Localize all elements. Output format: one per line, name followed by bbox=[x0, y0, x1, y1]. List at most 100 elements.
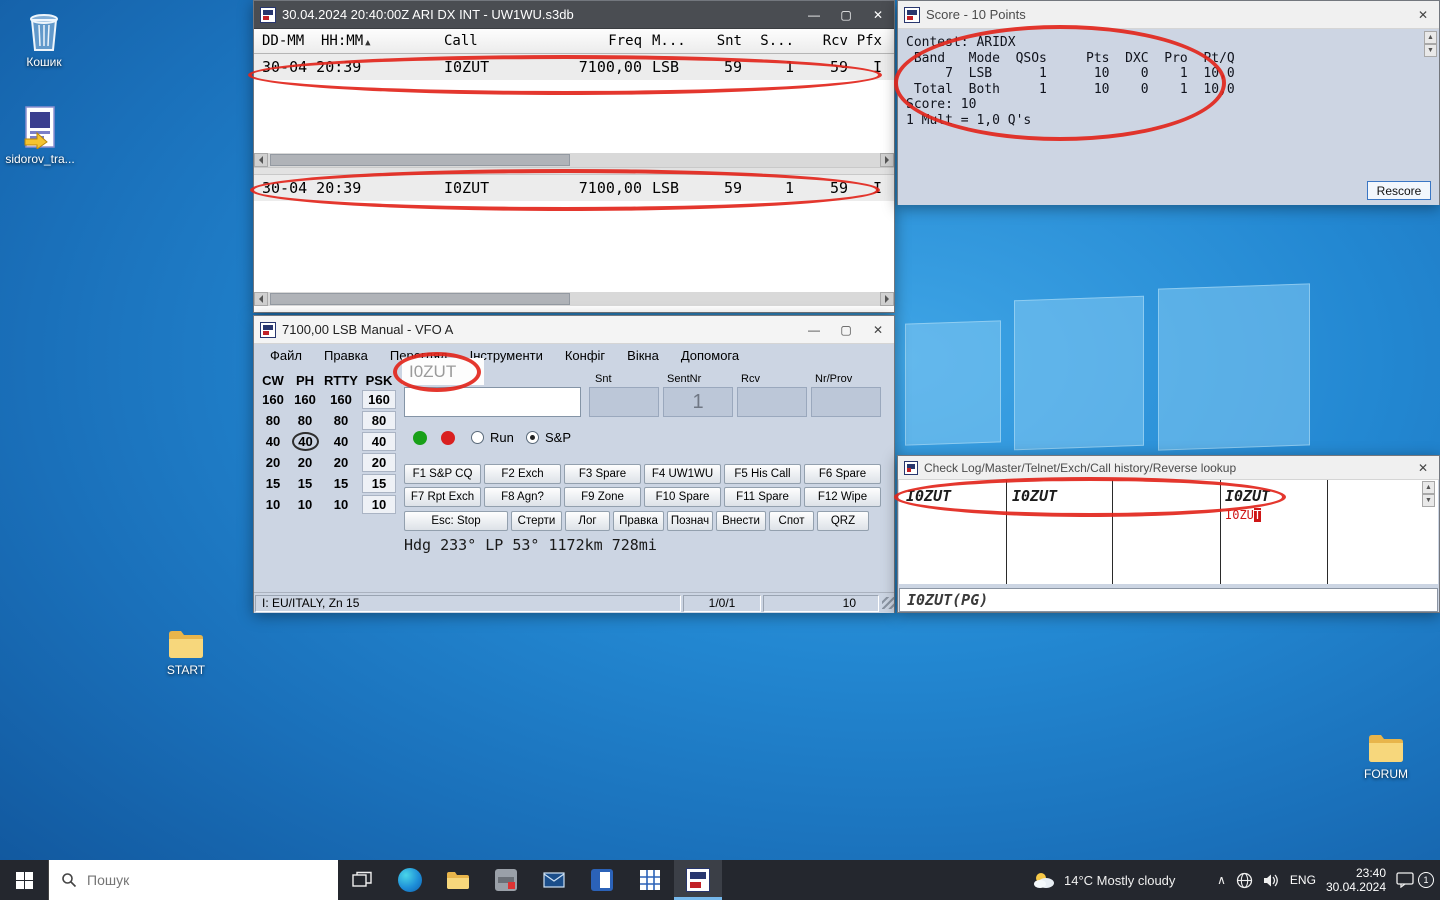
language-indicator[interactable]: ENG bbox=[1290, 873, 1316, 887]
scroll-left-icon[interactable] bbox=[254, 153, 268, 167]
fkey-f4-button[interactable]: F4 UW1WU bbox=[644, 464, 721, 484]
fkey-f12-button[interactable]: F12 Wipe bbox=[804, 487, 881, 507]
scroll-right-icon[interactable] bbox=[880, 153, 894, 167]
log-hscrollbar-1[interactable] bbox=[254, 153, 894, 167]
band-cell[interactable]: 160 bbox=[362, 390, 396, 409]
n1mm-taskbar-button[interactable] bbox=[674, 860, 722, 900]
check-call-log[interactable]: I0ZUT bbox=[906, 487, 951, 505]
band-cell[interactable]: 80 bbox=[362, 411, 396, 430]
fkey-f6-button[interactable]: F6 Spare bbox=[804, 464, 881, 484]
fkey-f5-button[interactable]: F5 His Call bbox=[724, 464, 801, 484]
column-header-freq[interactable]: Freq bbox=[556, 33, 642, 49]
tray-overflow-chevron-icon[interactable]: ∧ bbox=[1217, 873, 1226, 887]
sp-radio-label[interactable]: S&P bbox=[545, 430, 571, 445]
column-header-pfx[interactable]: Pfx bbox=[848, 33, 888, 49]
band-cell[interactable]: 40 bbox=[258, 432, 288, 451]
sp-radio[interactable] bbox=[526, 431, 539, 444]
search-input[interactable] bbox=[87, 872, 287, 888]
spin-up-icon[interactable]: ▲ bbox=[1424, 31, 1437, 44]
fkey-f9-button[interactable]: F9 Zone bbox=[564, 487, 641, 507]
snt-field[interactable] bbox=[589, 387, 659, 417]
store-button[interactable]: Внести bbox=[716, 511, 766, 531]
taskbar-clock[interactable]: 23:40 30.04.2024 bbox=[1326, 866, 1386, 894]
close-icon[interactable]: ✕ bbox=[862, 1, 894, 28]
band-cell[interactable]: 160 bbox=[290, 390, 320, 409]
menu-edit[interactable]: Правка bbox=[313, 348, 379, 363]
spin-down-icon[interactable]: ▼ bbox=[1422, 494, 1435, 507]
app-button-2[interactable] bbox=[578, 860, 626, 900]
band-cell[interactable]: 10 bbox=[290, 495, 320, 514]
esc-stop-button[interactable]: Esc: Stop bbox=[404, 511, 508, 531]
minimize-icon[interactable]: — bbox=[798, 1, 830, 28]
app-button-1[interactable] bbox=[482, 860, 530, 900]
band-cell[interactable]: 10 bbox=[322, 495, 360, 514]
nrprov-field[interactable] bbox=[811, 387, 881, 417]
log-pane-splitter[interactable] bbox=[254, 167, 894, 175]
spin-up-icon[interactable]: ▲ bbox=[1422, 481, 1435, 494]
band-cell[interactable]: 15 bbox=[362, 474, 396, 493]
close-icon[interactable]: ✕ bbox=[1407, 1, 1439, 28]
band-cell[interactable]: 15 bbox=[322, 474, 360, 493]
run-radio[interactable] bbox=[471, 431, 484, 444]
band-cell[interactable]: 80 bbox=[258, 411, 288, 430]
entry-window-titlebar[interactable]: 7100,00 LSB Manual - VFO A — ▢ ✕ bbox=[254, 316, 894, 344]
rcv-field[interactable] bbox=[737, 387, 807, 417]
log-button[interactable]: Лог bbox=[565, 511, 610, 531]
fkey-f2-button[interactable]: F2 Exch bbox=[484, 464, 561, 484]
menu-help[interactable]: Допомога bbox=[670, 348, 750, 363]
band-cell[interactable]: 80 bbox=[322, 411, 360, 430]
volume-icon[interactable] bbox=[1263, 873, 1280, 888]
band-cell[interactable]: 20 bbox=[290, 453, 320, 472]
qrz-button[interactable]: QRZ bbox=[817, 511, 869, 531]
column-header-mode[interactable]: M... bbox=[642, 33, 690, 49]
fkey-f10-button[interactable]: F10 Spare bbox=[644, 487, 721, 507]
action-center-button[interactable]: 1 bbox=[1396, 872, 1434, 888]
desktop-icon-start-folder[interactable]: START bbox=[148, 628, 224, 677]
band-cell[interactable]: 10 bbox=[362, 495, 396, 514]
sentnr-field[interactable]: 1 bbox=[663, 387, 733, 417]
taskbar-search[interactable] bbox=[48, 860, 338, 900]
fkey-f8-button[interactable]: F8 Agn? bbox=[484, 487, 561, 507]
column-header-rcv[interactable]: Rcv bbox=[794, 33, 848, 49]
check-call-master[interactable]: I0ZUT bbox=[1012, 487, 1057, 505]
band-cell[interactable]: 80 bbox=[290, 411, 320, 430]
mail-button[interactable] bbox=[530, 860, 578, 900]
scrollbar-thumb[interactable] bbox=[270, 293, 570, 305]
log-qso-row[interactable]: 30-04 20:39 I0ZUT 7100,00 LSB 59 1 59 I bbox=[254, 175, 894, 201]
task-view-button[interactable] bbox=[338, 860, 386, 900]
desktop-icon-sidorov-file[interactable]: sidorov_tra... bbox=[2, 105, 78, 166]
menu-file[interactable]: Файл bbox=[259, 348, 313, 363]
column-header-snt[interactable]: Snt bbox=[690, 33, 742, 49]
menu-windows[interactable]: Вікна bbox=[616, 348, 670, 363]
check-call-history[interactable]: I0ZUT bbox=[1225, 487, 1270, 505]
band-cell-selected[interactable]: 40 bbox=[292, 432, 319, 451]
close-icon[interactable]: ✕ bbox=[862, 316, 894, 343]
edit-button[interactable]: Правка bbox=[613, 511, 664, 531]
log-window-titlebar[interactable]: 30.04.2024 20:40:00Z ARI DX INT - UW1WU.… bbox=[254, 1, 894, 29]
close-icon[interactable]: ✕ bbox=[1407, 456, 1439, 479]
resize-grip[interactable] bbox=[882, 597, 894, 609]
fkey-f11-button[interactable]: F11 Spare bbox=[724, 487, 801, 507]
taskbar-weather[interactable]: 14°C Mostly cloudy bbox=[1032, 870, 1175, 890]
scrollbar-thumb[interactable] bbox=[270, 154, 570, 166]
desktop-icon-forum-folder[interactable]: FORUM bbox=[1348, 732, 1424, 781]
fkey-f1-button[interactable]: F1 S&P CQ bbox=[404, 464, 481, 484]
fkey-f3-button[interactable]: F3 Spare bbox=[564, 464, 641, 484]
band-cell[interactable]: 15 bbox=[290, 474, 320, 493]
mark-button[interactable]: Познач bbox=[667, 511, 713, 531]
file-explorer-button[interactable] bbox=[434, 860, 482, 900]
wipe-button[interactable]: Стерти bbox=[511, 511, 562, 531]
scroll-left-icon[interactable] bbox=[254, 292, 268, 306]
maximize-icon[interactable]: ▢ bbox=[830, 316, 862, 343]
band-cell[interactable]: 160 bbox=[258, 390, 288, 409]
start-button[interactable] bbox=[0, 860, 48, 900]
band-cell[interactable]: 15 bbox=[258, 474, 288, 493]
edge-button[interactable] bbox=[386, 860, 434, 900]
desktop-icon-recycle-bin[interactable]: Кошик bbox=[6, 8, 82, 69]
app-button-3[interactable] bbox=[626, 860, 674, 900]
log-qso-row[interactable]: 30-04 20:39 I0ZUT 7100,00 LSB 59 1 59 I bbox=[254, 54, 894, 80]
check-window-titlebar[interactable]: Check Log/Master/Telnet/Exch/Call histor… bbox=[898, 456, 1439, 480]
band-cell[interactable]: 40 bbox=[322, 432, 360, 451]
band-cell[interactable]: 160 bbox=[322, 390, 360, 409]
spin-down-icon[interactable]: ▼ bbox=[1424, 44, 1437, 57]
